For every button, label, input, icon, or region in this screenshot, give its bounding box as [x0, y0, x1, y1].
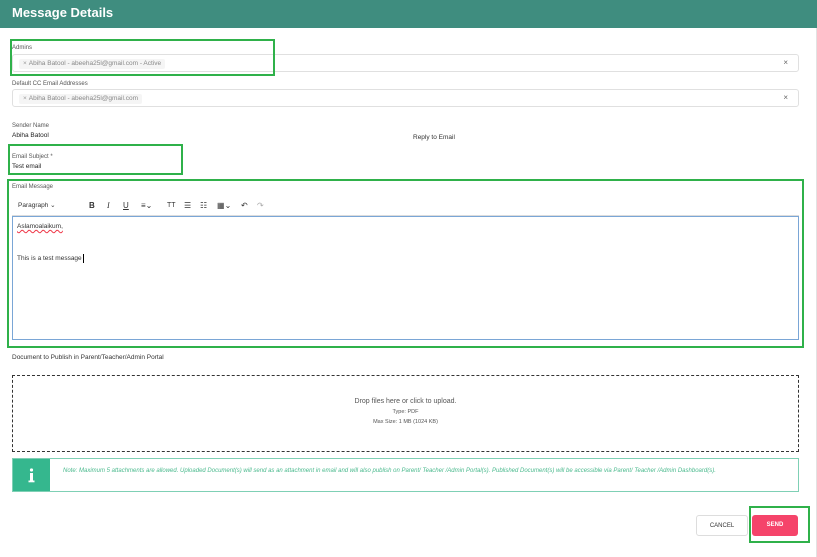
- dropzone-text: Drop files here or click to upload.: [354, 398, 457, 405]
- underline-button[interactable]: U: [123, 201, 129, 211]
- clear-admins-icon[interactable]: ×: [783, 58, 788, 67]
- dropzone-max-size: Max Size: 1 MB (1024 KB): [373, 419, 438, 425]
- subject-label: Email Subject *: [12, 154, 53, 160]
- text-cursor: [82, 254, 84, 263]
- admins-select[interactable]: × Abiha Batool - abeeha25l@gmail.com - Ac…: [12, 54, 799, 72]
- undo-icon[interactable]: ↶: [241, 201, 248, 211]
- reply-to-label: Reply to Email: [413, 134, 455, 141]
- header-bar: Message Details: [0, 0, 817, 28]
- sender-value: Abiha Batool: [12, 132, 49, 139]
- bold-button[interactable]: B: [89, 201, 95, 211]
- editor-toolbar: Paragraph ⌄ B I U ≡⌄ TT ☰ ☷ ▦⌄ ↶ ↷: [12, 197, 799, 216]
- sender-label: Sender Name: [12, 123, 50, 129]
- chevron-down-icon: ⌄: [50, 202, 56, 209]
- remove-chip-icon[interactable]: ×: [23, 95, 27, 102]
- page-title: Message Details: [12, 5, 114, 20]
- message-details-panel: Message Details Admins × Abiha Batool - a…: [0, 0, 817, 557]
- cc-chip[interactable]: × Abiha Batool - abeeha25l@gmail.com: [19, 94, 143, 104]
- bullet-list-icon[interactable]: ☰: [184, 201, 191, 211]
- paragraph-select[interactable]: Paragraph ⌄: [18, 201, 56, 211]
- admin-chip[interactable]: × Abiha Batool - abeeha25l@gmail.com - Ac…: [19, 59, 166, 69]
- align-button[interactable]: ≡⌄: [141, 201, 152, 211]
- cc-chip-label: Abiha Batool - abeeha25l@gmail.com: [28, 95, 139, 102]
- message-line-2: This is a test message: [17, 254, 84, 263]
- note-box: Note: Maximum 5 attachments are allowed.…: [12, 458, 799, 492]
- document-label: Document to Publish in Parent/Teacher/Ad…: [12, 354, 164, 361]
- chevron-down-icon: ⌄: [145, 201, 153, 210]
- chevron-down-icon: ⌄: [224, 201, 232, 210]
- italic-button[interactable]: I: [107, 201, 110, 211]
- admins-label: Admins: [12, 45, 33, 51]
- dropzone-type: Type: PDF: [392, 409, 419, 415]
- message-line-1: Aslamoalaikum,: [17, 223, 63, 230]
- text-size-button[interactable]: TT: [167, 201, 176, 211]
- remove-chip-icon[interactable]: ×: [23, 60, 27, 67]
- cc-select[interactable]: × Abiha Batool - abeeha25l@gmail.com ×: [12, 89, 799, 107]
- send-button[interactable]: SEND: [752, 515, 798, 536]
- cc-label: Default CC Email Addresses: [12, 81, 88, 87]
- file-dropzone[interactable]: Drop files here or click to upload. Type…: [12, 375, 799, 452]
- admin-chip-label: Abiha Batool - abeeha25l@gmail.com - Act…: [28, 60, 162, 67]
- info-box: [13, 459, 50, 491]
- message-label: Email Message: [12, 184, 54, 190]
- table-icon: ▦: [217, 201, 225, 210]
- note-text: Note: Maximum 5 attachments are allowed.…: [63, 468, 716, 474]
- redo-icon[interactable]: ↷: [257, 201, 264, 211]
- message-editor[interactable]: Aslamoalaikum, This is a test message: [12, 216, 799, 340]
- clear-cc-icon[interactable]: ×: [783, 93, 788, 102]
- subject-input[interactable]: Test email: [12, 163, 41, 170]
- info-icon: [28, 468, 35, 483]
- table-button[interactable]: ▦⌄: [217, 201, 231, 211]
- numbered-list-icon[interactable]: ☷: [200, 201, 207, 211]
- cancel-button[interactable]: CANCEL: [696, 515, 748, 536]
